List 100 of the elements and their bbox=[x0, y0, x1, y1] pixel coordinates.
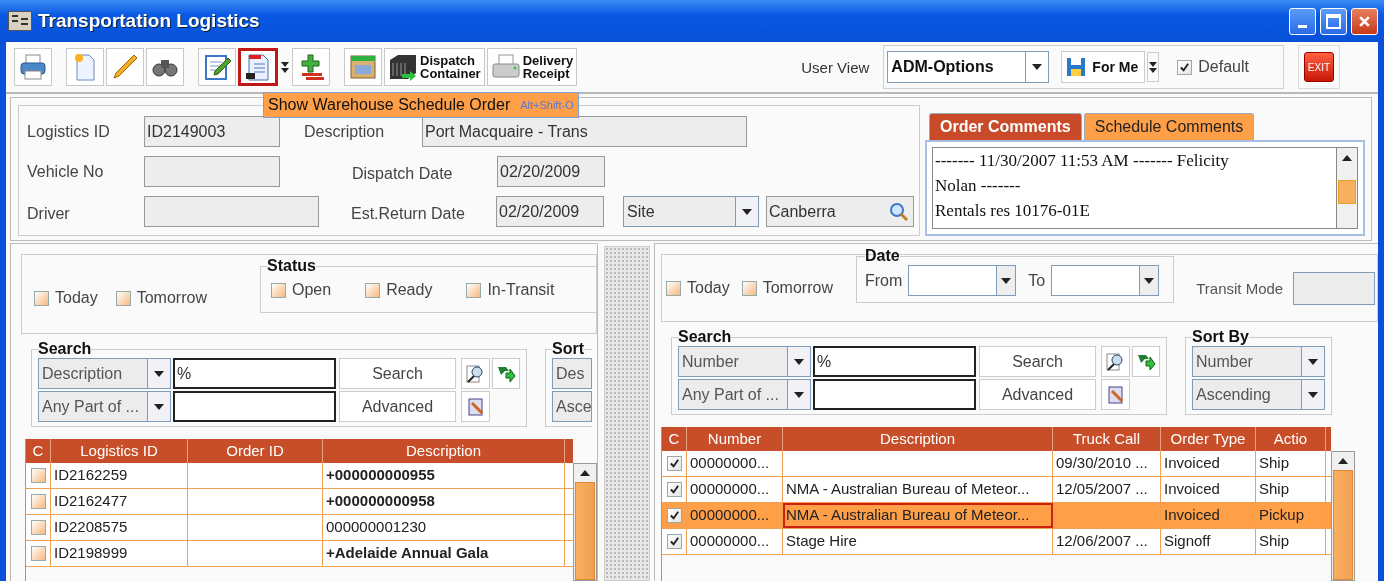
checkbox[interactable] bbox=[1177, 59, 1193, 75]
toolbar-button[interactable]: Delivery Receipt bbox=[486, 48, 578, 86]
search-button[interactable]: Search bbox=[979, 346, 1096, 377]
scroll-up-icon bbox=[1338, 458, 1348, 464]
dropdown[interactable]: Number bbox=[1192, 346, 1325, 377]
dropdown[interactable]: Ascending bbox=[1192, 379, 1325, 410]
save-button[interactable]: For Me bbox=[1061, 51, 1146, 83]
group-title: Date bbox=[865, 247, 900, 265]
icon-button[interactable] bbox=[1101, 379, 1130, 410]
scrollbar[interactable] bbox=[1331, 451, 1355, 581]
checkbox[interactable] bbox=[466, 282, 482, 298]
dropdown[interactable]: Asce bbox=[552, 391, 592, 422]
date-picker[interactable] bbox=[1051, 265, 1160, 296]
table-cell: 00000000... bbox=[687, 503, 783, 528]
group-title: Search bbox=[678, 328, 732, 346]
pencil-icon bbox=[110, 52, 140, 82]
checkbox[interactable] bbox=[666, 456, 682, 471]
search-button[interactable]: Search bbox=[339, 358, 456, 389]
checkbox-label[interactable]: Ready bbox=[386, 281, 433, 299]
table-cell: Pickup bbox=[1256, 503, 1326, 528]
group-title: Search bbox=[38, 340, 92, 358]
checkbox[interactable] bbox=[30, 546, 46, 561]
exit-button[interactable]: EXIT bbox=[1303, 52, 1334, 82]
icon-button[interactable] bbox=[461, 391, 490, 422]
table-row[interactable]: 00000000... NMA - Australian Bureau of Meteor... Invoiced Pickup bbox=[662, 503, 1331, 529]
close-button[interactable] bbox=[1351, 7, 1378, 35]
checkbox-label[interactable]: Today bbox=[687, 279, 730, 297]
checkbox[interactable] bbox=[365, 282, 381, 298]
container-icon bbox=[388, 52, 418, 82]
toolbar-button[interactable] bbox=[238, 48, 278, 86]
scroll-thumb[interactable] bbox=[1333, 470, 1353, 580]
description-field[interactable]: Port Macquaire - Trans bbox=[422, 116, 747, 147]
search-field[interactable] bbox=[173, 391, 336, 422]
scroll-up-icon bbox=[1342, 155, 1352, 161]
checkbox[interactable] bbox=[115, 290, 131, 306]
table-row[interactable]: 00000000... Stage Hire 12/06/2007 ... Signoff Ship bbox=[662, 529, 1331, 555]
tooltip-text: Show Warehouse Schedule Order bbox=[268, 96, 511, 114]
dropdown[interactable]: Any Part of ... bbox=[38, 391, 171, 422]
checkbox-label[interactable]: Default bbox=[1198, 58, 1249, 76]
checkbox-label[interactable]: In-Transit bbox=[487, 281, 555, 299]
dropdown[interactable]: Number bbox=[678, 346, 811, 377]
scrollbar[interactable] bbox=[573, 463, 597, 581]
app-icon bbox=[8, 11, 32, 31]
return-date-field[interactable]: 02/20/2009 bbox=[496, 196, 604, 227]
dropdown[interactable]: Des bbox=[552, 358, 592, 389]
checkbox[interactable] bbox=[666, 508, 682, 523]
icon-button[interactable] bbox=[1101, 346, 1130, 377]
checkbox-label[interactable]: Tomorrow bbox=[762, 279, 833, 297]
table-cell: ID2162259 bbox=[51, 463, 188, 488]
checkbox-label[interactable]: Tomorrow bbox=[136, 289, 207, 307]
field-label: Est.Return Date bbox=[351, 203, 466, 223]
checkbox[interactable] bbox=[666, 482, 682, 497]
field-label: Transit Mode bbox=[1196, 279, 1284, 297]
checkbox[interactable] bbox=[34, 290, 49, 306]
table-cell: NMA - Australian Bureau of Meteor... bbox=[783, 477, 1053, 502]
date-picker[interactable] bbox=[908, 265, 1017, 296]
table-cell: +000000000955 bbox=[323, 463, 565, 488]
transit-mode-field[interactable] bbox=[1293, 271, 1376, 305]
comments-tab[interactable]: Order Comments bbox=[929, 113, 1082, 140]
advanced-button[interactable]: Advanced bbox=[339, 391, 456, 422]
checkbox-label[interactable]: Today bbox=[55, 289, 98, 307]
table-row[interactable]: 00000000... NMA - Australian Bureau of Meteor... 12/05/2007 ... Invoiced Ship bbox=[662, 477, 1331, 503]
dropdown[interactable]: Any Part of ... bbox=[678, 379, 811, 410]
checkbox[interactable] bbox=[30, 494, 46, 509]
table-cell: 09/30/2010 ... bbox=[1053, 451, 1161, 476]
minimize-button[interactable] bbox=[1289, 7, 1316, 35]
driver-field[interactable] bbox=[144, 196, 319, 227]
scroll-thumb[interactable] bbox=[1338, 180, 1356, 204]
checkbox[interactable] bbox=[741, 280, 757, 296]
dispatch-date-field[interactable]: 02/20/2009 bbox=[497, 156, 605, 187]
scroll-thumb[interactable] bbox=[575, 482, 595, 580]
icon-button[interactable] bbox=[461, 358, 490, 389]
checkbox[interactable] bbox=[666, 280, 681, 296]
checkbox[interactable] bbox=[30, 520, 46, 535]
search-field[interactable] bbox=[813, 379, 976, 410]
advanced-button[interactable]: Advanced bbox=[979, 379, 1096, 410]
dropdown[interactable]: Description bbox=[38, 358, 171, 389]
icon-button[interactable] bbox=[491, 358, 520, 389]
user-view-dropdown[interactable]: ADM-Options bbox=[887, 51, 1050, 83]
checkbox[interactable] bbox=[30, 468, 46, 483]
toolbar-button[interactable]: Dispatch Container bbox=[384, 48, 485, 86]
vehicle-no-field[interactable] bbox=[144, 156, 280, 187]
search-field[interactable]: % bbox=[173, 358, 336, 389]
window-title: Transportation Logistics bbox=[38, 10, 260, 32]
table-cell: Stage Hire bbox=[783, 529, 1053, 554]
table-cell: Ship bbox=[1256, 477, 1326, 502]
scrollbar[interactable] bbox=[1336, 147, 1358, 229]
logistics-id-field[interactable]: ID2149003 bbox=[144, 116, 280, 147]
search-field[interactable]: % bbox=[813, 346, 976, 377]
table-row[interactable]: 00000000... 09/30/2010 ... Invoiced Ship bbox=[662, 451, 1331, 477]
table-cell: ID2162477 bbox=[51, 489, 188, 514]
location-type-dropdown[interactable]: Site bbox=[623, 196, 759, 227]
checkbox[interactable] bbox=[666, 534, 682, 549]
comments-tab[interactable]: Schedule Comments bbox=[1083, 113, 1255, 140]
checkbox[interactable] bbox=[271, 282, 286, 298]
icon-button[interactable] bbox=[1131, 346, 1160, 377]
menu-button[interactable] bbox=[1147, 52, 1160, 82]
maximize-button[interactable] bbox=[1320, 7, 1347, 35]
checkbox-label[interactable]: Open bbox=[292, 281, 332, 299]
location-field[interactable]: Canberra bbox=[766, 196, 914, 227]
